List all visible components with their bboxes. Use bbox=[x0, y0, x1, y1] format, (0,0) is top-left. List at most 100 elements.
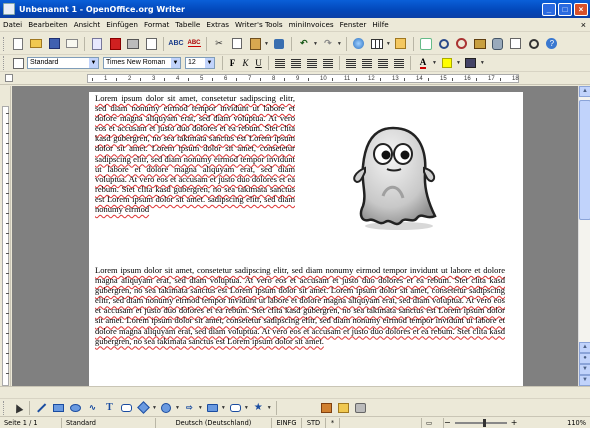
ruler-track[interactable]: 1 2 3 4 5 6 7 8 9 10 11 12 13 14 15 16 17 18 bbox=[87, 74, 519, 83]
block-arrows-icon[interactable]: ⇨ bbox=[183, 401, 196, 414]
selection-mode-indicator[interactable]: STD bbox=[302, 417, 326, 428]
italic-button[interactable]: K bbox=[239, 58, 252, 68]
chevron-down-icon[interactable]: ▼ bbox=[89, 58, 98, 68]
zoom-out-icon[interactable]: − bbox=[444, 418, 451, 427]
app-icon[interactable] bbox=[3, 3, 15, 15]
copy-icon[interactable] bbox=[230, 37, 244, 51]
highlighting-icon[interactable] bbox=[440, 56, 454, 70]
block-arrows-dropdown-icon[interactable]: ▼ bbox=[198, 405, 203, 411]
background-dropdown-icon[interactable]: ▼ bbox=[480, 60, 485, 66]
page-indicator[interactable]: Seite 1 / 1 bbox=[0, 417, 62, 428]
menu-writers-tools[interactable]: Writer's Tools bbox=[232, 20, 286, 29]
decrease-indent-icon[interactable] bbox=[378, 58, 388, 68]
nonprinting-characters-icon[interactable] bbox=[509, 37, 523, 51]
underline-button[interactable]: U bbox=[252, 58, 265, 68]
page-preview-icon[interactable] bbox=[144, 37, 158, 51]
line-icon[interactable] bbox=[35, 401, 48, 414]
numbering-icon[interactable] bbox=[346, 58, 356, 68]
menu-miniinvoices[interactable]: miniInvoices bbox=[286, 20, 337, 29]
menu-fenster[interactable]: Fenster bbox=[337, 20, 370, 29]
font-size-select[interactable]: 12 ▼ bbox=[185, 57, 215, 69]
paste-dropdown-icon[interactable]: ▼ bbox=[264, 41, 269, 47]
align-left-icon[interactable] bbox=[275, 58, 285, 68]
callout-shapes-dropdown-icon[interactable]: ▼ bbox=[244, 405, 249, 411]
paragraph-style-select[interactable]: Standard ▼ bbox=[27, 57, 99, 69]
view-layout-icon[interactable]: ▭ bbox=[422, 417, 444, 428]
data-sources-icon[interactable] bbox=[491, 37, 505, 51]
basic-shapes-dropdown-icon[interactable]: ▼ bbox=[152, 405, 157, 411]
save-icon[interactable] bbox=[47, 37, 61, 51]
select-icon[interactable] bbox=[11, 401, 24, 414]
menu-datei[interactable]: Datei bbox=[0, 20, 25, 29]
extrusion-icon[interactable] bbox=[354, 401, 367, 414]
minimize-button[interactable]: _ bbox=[542, 2, 556, 16]
align-center-icon[interactable] bbox=[291, 58, 301, 68]
rectangle-icon[interactable] bbox=[52, 401, 65, 414]
scroll-down-icon[interactable]: ▼ bbox=[579, 375, 590, 386]
toolbar-grip[interactable] bbox=[3, 56, 6, 70]
new-document-icon[interactable] bbox=[11, 37, 25, 51]
menu-extras[interactable]: Extras bbox=[203, 20, 232, 29]
text-icon[interactable]: T bbox=[103, 401, 116, 414]
document-page[interactable]: Lorem ipsum dolor sit amet, consetetur s… bbox=[89, 92, 523, 386]
bold-button[interactable]: F bbox=[226, 58, 239, 68]
table-dropdown-icon[interactable]: ▼ bbox=[386, 41, 391, 47]
chevron-down-icon[interactable]: ▼ bbox=[171, 58, 180, 68]
font-name-select[interactable]: Times New Roman ▼ bbox=[103, 57, 181, 69]
show-draw-functions-icon[interactable] bbox=[394, 37, 408, 51]
next-page-icon[interactable]: ▼ bbox=[579, 364, 590, 375]
open-folder-icon[interactable] bbox=[29, 37, 43, 51]
find-replace-icon[interactable] bbox=[437, 37, 451, 51]
table-icon[interactable] bbox=[370, 37, 384, 51]
chevron-down-icon[interactable]: ▼ bbox=[205, 58, 214, 68]
draw-toolbar-icon[interactable] bbox=[419, 37, 433, 51]
toolbar-grip[interactable] bbox=[3, 400, 6, 415]
basic-shapes-icon[interactable] bbox=[137, 401, 150, 414]
bullets-icon[interactable] bbox=[362, 58, 372, 68]
styles-formatting-icon[interactable] bbox=[11, 56, 25, 70]
menu-bearbeiten[interactable]: Bearbeiten bbox=[25, 20, 71, 29]
paragraph-1[interactable]: Lorem ipsum dolor sit amet, consetetur s… bbox=[95, 93, 295, 263]
document-area[interactable]: Lorem ipsum dolor sit amet, consetetur s… bbox=[12, 86, 578, 386]
menu-format[interactable]: Format bbox=[141, 20, 172, 29]
redo-icon[interactable]: ↷ bbox=[321, 37, 335, 51]
email-icon[interactable] bbox=[65, 37, 79, 51]
callout-shapes-icon[interactable] bbox=[229, 401, 242, 414]
autospellcheck-icon[interactable]: ABC bbox=[187, 37, 201, 51]
tab-type-selector[interactable] bbox=[5, 74, 13, 82]
insert-mode-indicator[interactable]: EINFG bbox=[272, 417, 302, 428]
print-icon[interactable] bbox=[126, 37, 140, 51]
from-file-icon[interactable] bbox=[337, 401, 350, 414]
flowcharts-icon[interactable] bbox=[206, 401, 219, 414]
toolbar-grip[interactable] bbox=[3, 36, 6, 51]
redo-dropdown-icon[interactable]: ▼ bbox=[337, 41, 342, 47]
menu-tabelle[interactable]: Tabelle bbox=[172, 20, 203, 29]
page-style-indicator[interactable]: Standard bbox=[62, 417, 156, 428]
signature-field[interactable] bbox=[340, 417, 422, 428]
edit-file-icon[interactable] bbox=[90, 37, 104, 51]
format-paintbrush-icon[interactable] bbox=[272, 37, 286, 51]
hyperlink-icon[interactable] bbox=[352, 37, 366, 51]
menu-hilfe[interactable]: Hilfe bbox=[369, 20, 391, 29]
increase-indent-icon[interactable] bbox=[394, 58, 404, 68]
freeform-line-icon[interactable]: ∿ bbox=[86, 401, 99, 414]
ellipse-icon[interactable] bbox=[69, 401, 82, 414]
horizontal-ruler[interactable]: 1 2 3 4 5 6 7 8 9 10 11 12 13 14 15 16 17 18 bbox=[0, 72, 590, 85]
zoom-icon[interactable] bbox=[527, 37, 541, 51]
stars-dropdown-icon[interactable]: ▼ bbox=[267, 405, 272, 411]
navigator-icon[interactable] bbox=[455, 37, 469, 51]
paragraph-2[interactable]: Lorem ipsum dolor sit amet, consetetur s… bbox=[95, 265, 505, 385]
close-document-button[interactable]: × bbox=[581, 20, 586, 30]
align-right-icon[interactable] bbox=[307, 58, 317, 68]
document-modified-indicator[interactable]: * bbox=[326, 417, 340, 428]
justify-icon[interactable] bbox=[323, 58, 333, 68]
gallery-icon[interactable] bbox=[473, 37, 487, 51]
zoom-slider[interactable] bbox=[454, 418, 507, 427]
symbol-shapes-icon[interactable] bbox=[160, 401, 173, 414]
vertical-scrollbar[interactable]: ▲ ▲ ● ▼ ▼ bbox=[578, 86, 590, 386]
undo-icon[interactable]: ↶ bbox=[297, 37, 311, 51]
prev-page-icon[interactable]: ▲ bbox=[579, 342, 590, 353]
undo-dropdown-icon[interactable]: ▼ bbox=[313, 41, 318, 47]
stars-icon[interactable]: ★ bbox=[252, 401, 265, 414]
scroll-thumb[interactable] bbox=[579, 100, 590, 220]
